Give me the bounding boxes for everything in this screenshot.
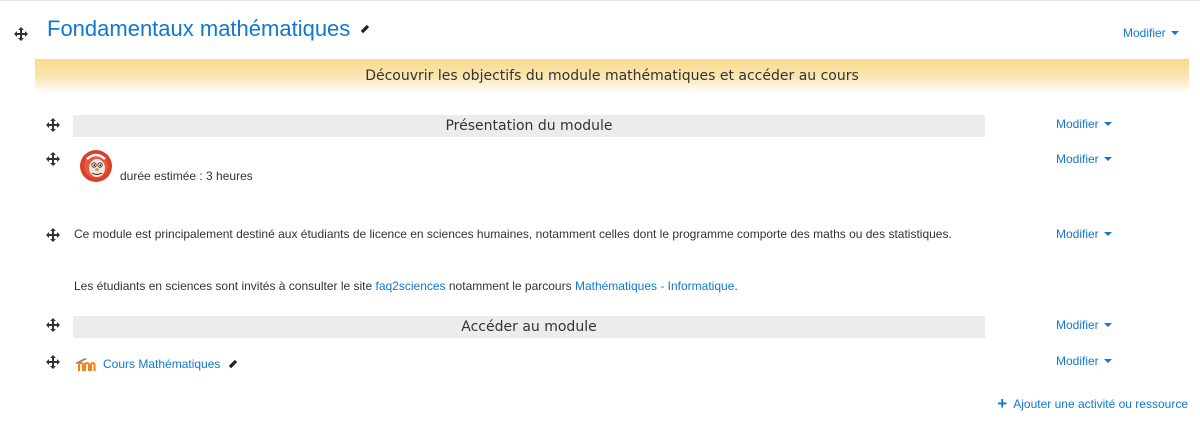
moodle-icon xyxy=(74,357,96,371)
description-p2-start: Les étudiants en sciences sont invités à… xyxy=(74,279,376,293)
description-paragraph-1: Ce module est principalement destiné aux… xyxy=(74,227,952,241)
caret-down-icon xyxy=(1103,122,1112,126)
pencil-icon[interactable] xyxy=(358,23,371,36)
section-title[interactable]: Fondamentaux mathématiques xyxy=(47,16,371,42)
label-access: Accéder au module xyxy=(73,316,985,338)
move-icon[interactable] xyxy=(46,318,60,332)
section-title-text[interactable]: Fondamentaux mathématiques xyxy=(47,16,350,42)
caret-down-icon xyxy=(1103,157,1112,161)
caret-down-icon xyxy=(1103,232,1112,236)
duration-edit-label[interactable]: Modifier xyxy=(1056,152,1099,166)
caret-down-icon xyxy=(1170,31,1179,35)
pencil-icon[interactable] xyxy=(226,358,239,371)
course-link[interactable]: Cours Mathématiques xyxy=(103,355,220,374)
presentation-edit-menu[interactable]: Modifier xyxy=(1056,117,1112,131)
label-access-text: Accéder au module xyxy=(461,319,597,335)
move-icon[interactable] xyxy=(46,118,60,132)
description-p2-end: . xyxy=(734,279,738,293)
move-icon[interactable] xyxy=(14,27,28,41)
section-edit-label[interactable]: Modifier xyxy=(1123,26,1166,40)
plus-icon: + xyxy=(997,394,1008,413)
duration-edit-menu[interactable]: Modifier xyxy=(1056,152,1112,166)
move-icon[interactable] xyxy=(46,355,60,369)
caret-down-icon xyxy=(1103,359,1112,363)
banner-text: Découvrir les objectifs du module mathém… xyxy=(365,68,859,84)
add-activity-label[interactable]: Ajouter une activité ou ressource xyxy=(1013,397,1188,411)
course-activity[interactable]: Cours Mathématiques xyxy=(103,355,239,374)
top-divider xyxy=(0,0,1200,1)
description-edit-menu[interactable]: Modifier xyxy=(1056,227,1112,241)
section-summary-banner: Découvrir les objectifs du module mathém… xyxy=(35,59,1189,93)
caret-down-icon xyxy=(1103,323,1112,327)
maths-informatique-link[interactable]: Mathématiques - Informatique xyxy=(575,279,734,293)
description-p2-middle: notamment le parcours xyxy=(445,279,575,293)
duration-text: durée estimée : 3 heures xyxy=(120,169,253,183)
add-activity-link[interactable]: + Ajouter une activité ou ressource xyxy=(997,394,1188,413)
faq2sciences-link[interactable]: faq2sciences xyxy=(376,279,446,293)
move-icon[interactable] xyxy=(46,152,60,166)
label-presentation: Présentation du module xyxy=(73,115,985,137)
access-edit-label[interactable]: Modifier xyxy=(1056,318,1099,332)
move-icon[interactable] xyxy=(46,228,60,242)
course-edit-label[interactable]: Modifier xyxy=(1056,354,1099,368)
description-paragraph-2: Les étudiants en sciences sont invités à… xyxy=(74,277,974,296)
label-presentation-text: Présentation du module xyxy=(445,118,613,134)
access-edit-menu[interactable]: Modifier xyxy=(1056,318,1112,332)
presentation-edit-label[interactable]: Modifier xyxy=(1056,117,1099,131)
course-edit-menu[interactable]: Modifier xyxy=(1056,354,1112,368)
section-edit-menu[interactable]: Modifier xyxy=(1123,26,1179,40)
description-edit-label[interactable]: Modifier xyxy=(1056,227,1099,241)
avatar-icon xyxy=(79,149,113,183)
